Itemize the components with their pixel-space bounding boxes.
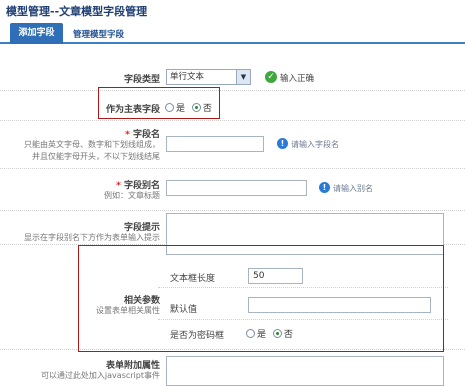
form-extra-row: 表单附加属性 可以通过此处加入javascript事件 xyxy=(0,352,465,386)
field-type-select[interactable]: 单行文本 ▼ xyxy=(166,69,251,85)
field-type-status: 输入正确 xyxy=(280,74,315,84)
field-tip-row: 字段提示 显示在字段别名下方作为表单输入提示 xyxy=(0,211,465,255)
info-icon: ! xyxy=(277,138,288,149)
field-name-input[interactable] xyxy=(166,136,264,152)
highlight-box-related xyxy=(78,245,444,352)
chevron-down-icon: ▼ xyxy=(236,70,250,84)
field-tip-desc: 显示在字段别名下方作为表单输入提示 xyxy=(24,233,160,242)
field-name-hint: 请输入字段名 xyxy=(291,140,339,149)
field-type-label: 字段类型 xyxy=(123,75,160,85)
form-extra-desc: 可以通过此处加入javascript事件 xyxy=(40,371,160,380)
field-name-desc-2: 并且仅能字母开头，不以下划线结尾 xyxy=(32,152,160,161)
tab-add-field[interactable]: 添加字段 xyxy=(10,23,63,44)
check-icon: ✓ xyxy=(265,71,277,83)
info-icon: ! xyxy=(319,182,330,193)
page-title: 模型管理--文章模型字段管理 xyxy=(6,5,148,18)
field-alias-row: * 字段别名 例如：文章标题 ! 请输入别名 xyxy=(0,169,465,211)
primary-field-row: 作为主表字段 是 否 xyxy=(0,91,465,121)
tab-bar: 添加字段 管理模型字段 xyxy=(0,23,465,44)
field-type-row: 字段类型 单行文本 ▼ ✓ 输入正确 xyxy=(0,63,465,91)
field-alias-desc: 例如：文章标题 xyxy=(104,191,160,200)
field-type-value: 单行文本 xyxy=(170,72,205,82)
tab-manage-fields[interactable]: 管理模型字段 xyxy=(73,28,124,40)
field-alias-input[interactable] xyxy=(166,180,307,196)
field-name-row: * 字段名 只能由英文字母、数字和下划线组成， 并且仅能字母开头，不以下划线结尾… xyxy=(0,121,465,169)
highlight-box-primary xyxy=(98,87,220,119)
field-name-desc-1: 只能由英文字母、数字和下划线组成， xyxy=(24,140,160,149)
field-alias-hint: 请输入别名 xyxy=(333,184,373,193)
form-extra-textarea[interactable] xyxy=(166,356,444,386)
